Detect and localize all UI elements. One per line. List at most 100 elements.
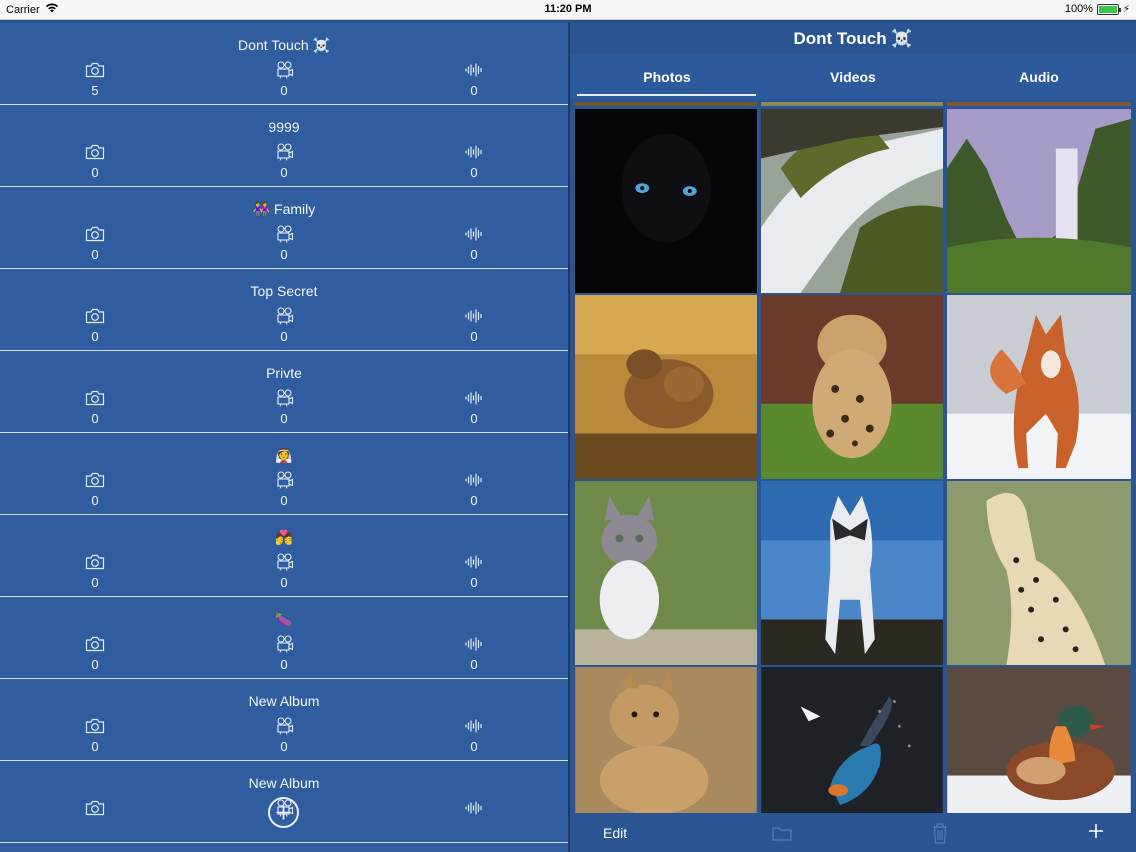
clock: 11:20 PM — [544, 3, 592, 15]
photo-thumbnail-black-cat[interactable] — [574, 108, 758, 294]
video-camera-icon — [274, 553, 296, 571]
album-row[interactable]: 🍆 0 0 0 — [0, 597, 568, 679]
album-name: 💏 — [275, 529, 293, 545]
camera-icon — [84, 61, 106, 79]
photo-thumbnail-lion-cub-grass[interactable] — [574, 666, 758, 814]
waveform-icon — [463, 799, 485, 817]
photo-thumbnail-cheetah[interactable] — [946, 480, 1132, 666]
waveform-icon — [463, 553, 485, 571]
add-album-button[interactable] — [268, 797, 299, 828]
video-camera-icon — [274, 307, 296, 325]
album-row[interactable]: 💏 0 0 0 — [0, 515, 568, 597]
add-photo-button[interactable] — [1087, 822, 1105, 845]
photo-count: 0 — [91, 165, 99, 180]
plus-icon — [1089, 824, 1103, 838]
photo-thumbnail-red-fox[interactable] — [946, 294, 1132, 480]
album-row[interactable]: Privte 0 0 0 — [0, 351, 568, 433]
camera-icon — [84, 799, 106, 817]
photo-thumbnail-partial[interactable] — [946, 101, 1132, 107]
album-name: Top Secret — [250, 283, 318, 299]
battery-percent: 100% — [1064, 3, 1093, 15]
album-name: New Album — [248, 775, 320, 791]
album-row[interactable]: Dont Touch ☠️ 5 0 0 — [0, 23, 568, 105]
photo-count: 5 — [91, 83, 99, 98]
photo-count: 0 — [91, 575, 99, 590]
photo-count: 0 — [91, 247, 99, 262]
waveform-icon — [463, 225, 485, 243]
album-name: 9999 — [268, 119, 300, 135]
camera-icon — [84, 471, 106, 489]
video-camera-icon — [274, 143, 296, 161]
video-count: 0 — [280, 657, 288, 672]
photo-thumbnail-partial[interactable] — [760, 101, 944, 107]
charging-bolt-icon: ⚡ — [1122, 3, 1130, 15]
waveform-icon — [463, 635, 485, 653]
tab-videos[interactable]: Videos — [760, 55, 946, 99]
waveform-icon — [463, 717, 485, 735]
video-camera-icon — [274, 225, 296, 243]
waveform-icon — [463, 61, 485, 79]
edit-button[interactable]: Edit — [603, 825, 627, 841]
camera-icon — [84, 389, 106, 407]
camera-icon — [84, 225, 106, 243]
album-row[interactable]: 👭 Family 0 0 0 — [0, 187, 568, 269]
audio-count: 0 — [470, 575, 478, 590]
tab-photos[interactable]: Photos — [574, 55, 760, 99]
audio-count: 0 — [470, 329, 478, 344]
photo-grid[interactable] — [574, 101, 1132, 814]
photo-thumbnail-mandarin-duck[interactable] — [946, 666, 1132, 814]
audio-count: 0 — [470, 83, 478, 98]
photo-thumbnail-kitten[interactable] — [574, 480, 758, 666]
audio-count: 0 — [470, 247, 478, 262]
album-name: New Album — [248, 693, 320, 709]
video-count: 0 — [280, 575, 288, 590]
album-row[interactable]: 👰 0 0 0 — [0, 433, 568, 515]
album-name: 👰 — [275, 447, 293, 463]
photo-thumbnail-husky[interactable] — [760, 480, 944, 666]
camera-icon — [84, 717, 106, 735]
camera-icon — [84, 635, 106, 653]
photo-thumbnail-kingfisher[interactable] — [760, 666, 944, 814]
album-name: Privte — [266, 365, 302, 381]
album-name: 👭 Family — [252, 201, 316, 217]
selected-tab-indicator — [577, 94, 756, 96]
video-count: 0 — [280, 411, 288, 426]
bottom-toolbar: Edit — [570, 815, 1136, 852]
photo-thumbnail-mountain-waterfall[interactable] — [946, 108, 1132, 294]
audio-count: 0 — [470, 657, 478, 672]
video-count: 0 — [280, 739, 288, 754]
video-count: 0 — [280, 329, 288, 344]
camera-icon — [84, 307, 106, 325]
waveform-icon — [463, 389, 485, 407]
album-detail: Dont Touch ☠️ Photos Videos Audio Edit — [570, 23, 1136, 852]
audio-count: 0 — [470, 493, 478, 508]
folder-icon[interactable] — [772, 825, 792, 846]
camera-icon — [84, 143, 106, 161]
photo-count: 0 — [91, 739, 99, 754]
photo-thumbnail-leopard-cub[interactable] — [760, 294, 944, 480]
plus-icon — [276, 805, 291, 820]
photo-count: 0 — [91, 493, 99, 508]
waveform-icon — [463, 307, 485, 325]
album-name: 🍆 — [275, 611, 293, 627]
photo-thumbnail-waterfall-rocks[interactable] — [760, 108, 944, 294]
waveform-icon — [463, 143, 485, 161]
video-camera-icon — [274, 635, 296, 653]
album-row[interactable]: Top Secret 0 0 0 — [0, 269, 568, 351]
album-row[interactable]: 9999 0 0 0 — [0, 105, 568, 187]
media-tabs: Photos Videos Audio — [570, 55, 1136, 99]
video-camera-icon — [274, 717, 296, 735]
tab-audio[interactable]: Audio — [946, 55, 1132, 99]
audio-count: 0 — [470, 411, 478, 426]
waveform-icon — [463, 471, 485, 489]
album-row[interactable]: New Album 0 0 0 — [0, 679, 568, 761]
album-list[interactable]: Dont Touch ☠️ 5 0 0 9999 0 0 0 👭 Family 0 0 0 Top Se… — [0, 23, 568, 852]
video-count: 0 — [280, 83, 288, 98]
video-camera-icon — [274, 61, 296, 79]
status-bar: Carrier 11:20 PM 100% ⚡ — [0, 0, 1136, 20]
trash-icon[interactable] — [931, 822, 949, 849]
photo-count: 0 — [91, 411, 99, 426]
photo-thumbnail-lion-cubs[interactable] — [574, 294, 758, 480]
photo-thumbnail-partial[interactable] — [574, 101, 758, 107]
video-camera-icon — [274, 389, 296, 407]
